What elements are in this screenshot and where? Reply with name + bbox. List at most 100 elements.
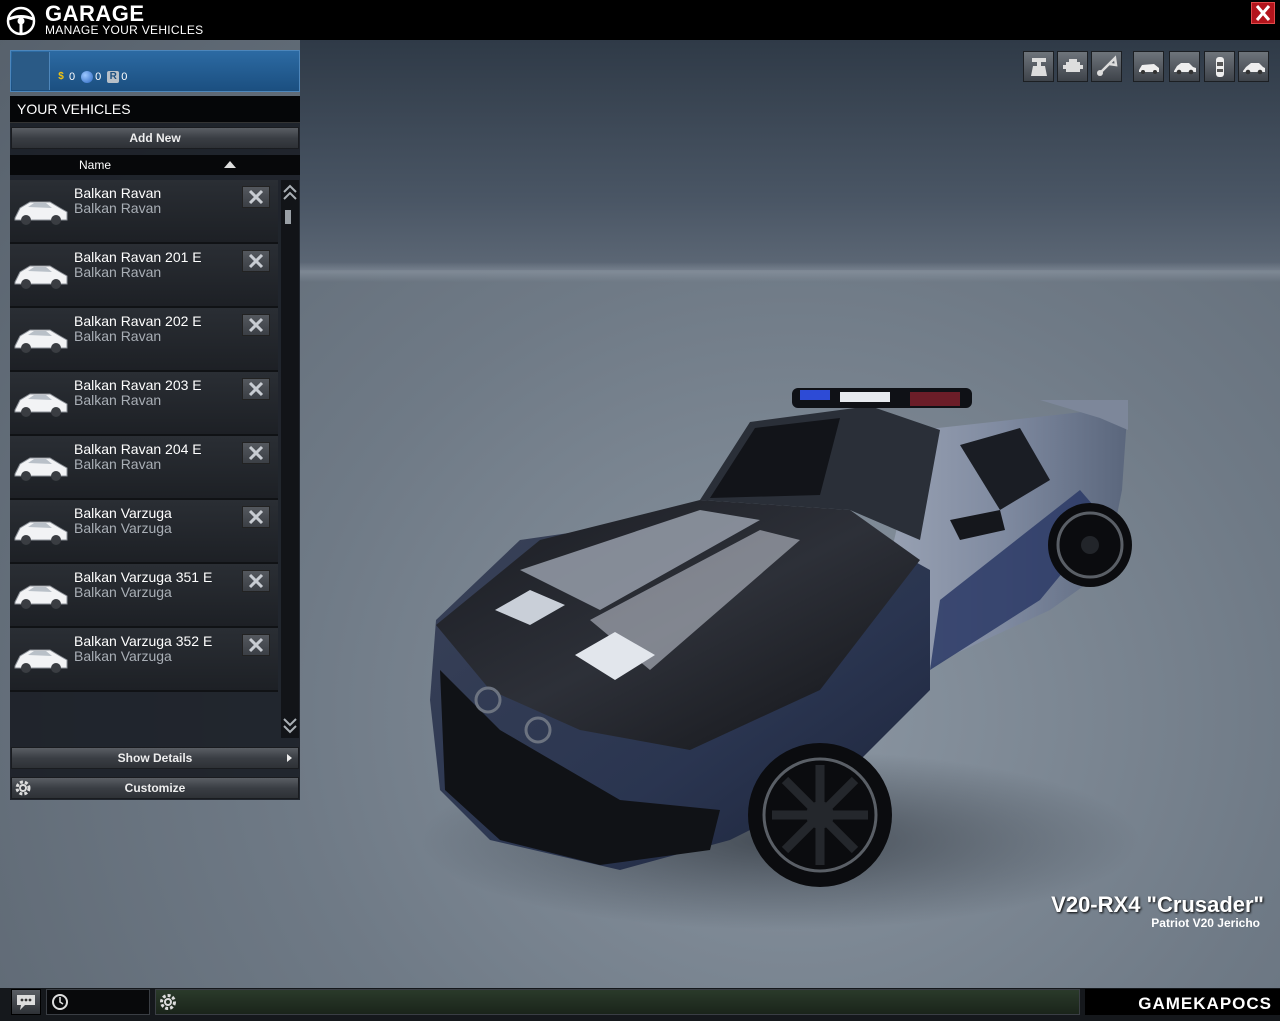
close-icon (1255, 5, 1271, 21)
chevron-right-icon (287, 754, 292, 762)
delete-vehicle-button[interactable] (242, 570, 270, 592)
paint-button[interactable] (1023, 51, 1054, 82)
car-rear-icon (1243, 63, 1265, 75)
gear-icon[interactable] (158, 992, 178, 1012)
vehicle-list-item[interactable]: Balkan Varzuga 351 E Balkan Varzuga (10, 564, 278, 628)
brand-text: GAMEKAPOCS (1138, 994, 1272, 1013)
vehicle-name: Balkan Ravan 202 E (74, 313, 202, 329)
view-side-button[interactable] (1169, 51, 1200, 82)
vehicle-model: Balkan Ravan (74, 392, 162, 408)
vehicles-panel: YOUR VEHICLES Add New Name Balkan Ravan B… (10, 96, 300, 800)
vehicle-list-item[interactable]: Balkan Ravan 203 E Balkan Ravan (10, 372, 278, 436)
delete-vehicle-button[interactable] (242, 506, 270, 528)
close-icon (248, 445, 264, 461)
view-rear-button[interactable] (1238, 51, 1269, 82)
vehicle-list-scrollbar[interactable] (281, 180, 299, 738)
vehicle-model: Balkan Ravan (74, 328, 162, 344)
vehicle-list: Balkan Ravan Balkan Ravan Balkan Ravan 201… (10, 180, 278, 692)
close-button[interactable] (1251, 2, 1275, 24)
selected-vehicle-name: V20-RX4 "Crusader" (1051, 892, 1264, 917)
vehicle-name: Balkan Varzuga 352 E (74, 633, 213, 649)
add-new-button[interactable]: Add New (11, 127, 299, 149)
vehicle-list-item[interactable]: Balkan Ravan 204 E Balkan Ravan (10, 436, 278, 500)
close-icon (248, 509, 264, 525)
car-thumbnail-icon (14, 329, 68, 353)
delete-vehicle-button[interactable] (242, 186, 270, 208)
vehicles-title: YOUR VEHICLES (17, 101, 131, 117)
delete-vehicle-button[interactable] (242, 314, 270, 336)
vehicle-list-item[interactable]: Balkan Ravan 202 E Balkan Ravan (10, 308, 278, 372)
paint-icon (1031, 58, 1047, 76)
car-thumbnail-icon (14, 649, 68, 673)
engine-button[interactable] (1057, 51, 1088, 82)
car-thumbnail-icon (14, 393, 68, 417)
car-thumbnail-icon (14, 585, 68, 609)
car-thumbnail-icon (14, 201, 68, 225)
close-icon (248, 637, 264, 653)
vehicle-name: Balkan Ravan 201 E (74, 249, 202, 265)
column-name-label: Name (79, 158, 112, 172)
vehicle-name: Balkan Ravan 204 E (74, 441, 202, 457)
r-token-icon: R (107, 71, 120, 83)
sort-ascending-icon[interactable] (224, 161, 236, 168)
currency-display: $ 0 0 R 0 (55, 71, 131, 83)
command-input[interactable] (155, 989, 1080, 1015)
currency-value: 0 (69, 71, 76, 83)
vehicle-name: Balkan Varzuga (74, 505, 172, 521)
chat-button[interactable] (11, 989, 41, 1015)
bottom-bar: GAMEKAPOCS (0, 988, 1280, 1021)
vehicle-model: Balkan Ravan (74, 264, 162, 280)
scroll-thumb[interactable] (285, 210, 291, 224)
column-header-name[interactable]: Name (10, 155, 300, 175)
vehicle-list-item[interactable]: Balkan Ravan Balkan Ravan (10, 180, 278, 244)
horn-icon (1097, 55, 1118, 76)
vehicle-list-item[interactable]: Balkan Varzuga 352 E Balkan Varzuga (10, 628, 278, 692)
page-subtitle: MANAGE YOUR VEHICLES (45, 23, 204, 37)
vehicle-list-item[interactable]: Balkan Varzuga Balkan Varzuga (10, 500, 278, 564)
vehicle-model: Balkan Varzuga (74, 648, 172, 664)
view-front-button[interactable] (1133, 51, 1164, 82)
garage-horizon (300, 262, 1280, 282)
title-bar: GARAGE MANAGE YOUR VEHICLES (0, 0, 1280, 40)
delete-vehicle-button[interactable] (242, 250, 270, 272)
vehicle-name: Balkan Ravan (74, 185, 162, 201)
close-icon (248, 189, 264, 205)
close-icon (248, 253, 264, 269)
currency-value: 0 (95, 71, 102, 83)
scroll-down-icon[interactable] (281, 714, 299, 736)
car-thumbnail-icon (14, 521, 68, 545)
clock-icon (52, 994, 68, 1010)
car-thumbnail-icon (14, 457, 68, 481)
profile-bar: $ 0 0 R 0 (10, 50, 300, 92)
show-details-button[interactable]: Show Details (11, 747, 299, 769)
vehicle-name: Balkan Varzuga 351 E (74, 569, 213, 585)
vehicle-model: Balkan Ravan (74, 456, 162, 472)
delete-vehicle-button[interactable] (242, 634, 270, 656)
chat-bubble-icon (17, 995, 35, 1010)
vehicle-model: Balkan Varzuga (74, 520, 172, 536)
clock-display (46, 989, 150, 1015)
delete-vehicle-button[interactable] (242, 378, 270, 400)
customize-button[interactable]: Customize (11, 777, 299, 799)
currency-value: 0 (121, 71, 128, 83)
vehicle-list-item[interactable]: Balkan Ravan 201 E Balkan Ravan (10, 244, 278, 308)
delete-vehicle-button[interactable] (242, 442, 270, 464)
close-icon (248, 317, 264, 333)
selected-vehicle-model: Patriot V20 Jericho (1151, 916, 1260, 930)
close-icon (248, 573, 264, 589)
car-top-icon (1216, 57, 1224, 77)
vehicle-3d-preview[interactable] (400, 370, 1160, 930)
gear-icon (15, 780, 31, 796)
view-top-button[interactable] (1204, 51, 1235, 82)
car-thumbnail-icon (14, 265, 68, 289)
horn-button[interactable] (1091, 51, 1122, 82)
vehicles-header: YOUR VEHICLES (10, 96, 300, 123)
brand-logo: GAMEKAPOCS (1085, 989, 1280, 1015)
avatar[interactable] (12, 52, 50, 90)
vehicle-model: Balkan Ravan (74, 200, 162, 216)
steering-wheel-icon (6, 6, 36, 36)
scroll-up-icon[interactable] (281, 182, 299, 204)
car-front-icon (1139, 64, 1159, 74)
customize-label: Customize (124, 781, 186, 795)
close-icon (248, 381, 264, 397)
